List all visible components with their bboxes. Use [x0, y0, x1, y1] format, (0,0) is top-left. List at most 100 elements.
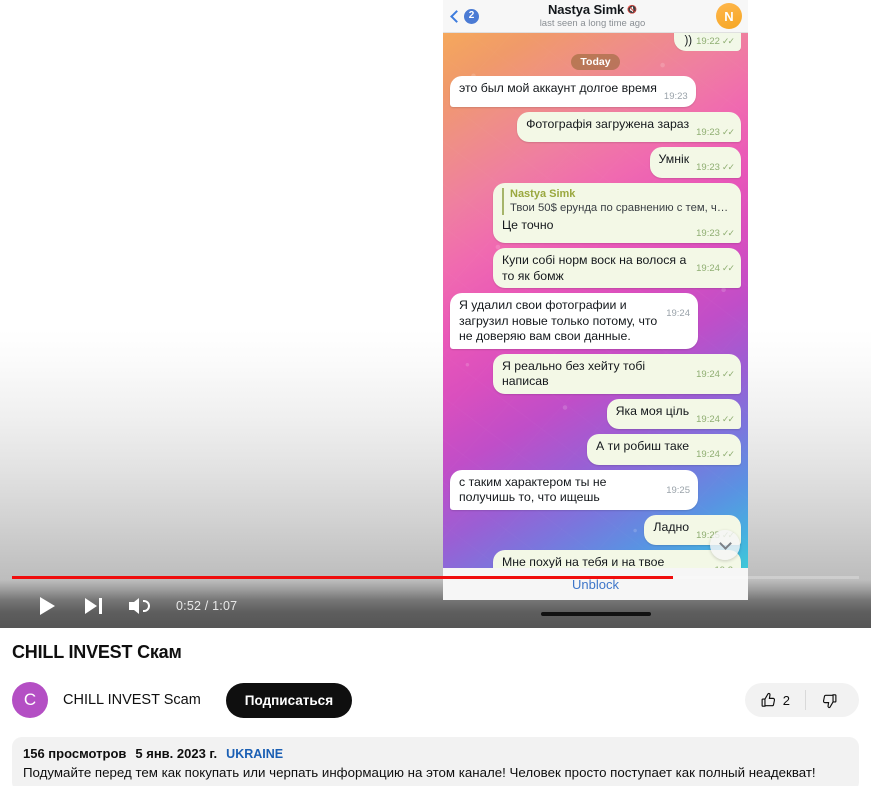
time-display: 0:52 / 1:07 — [176, 599, 238, 613]
message-meta: 19:24 ✓✓ — [696, 412, 735, 428]
message-time: 19:23 — [696, 227, 720, 239]
message-meta: 19:24 ✓✓ — [696, 447, 735, 463]
message-bubble[interactable]: 19:23 ✓✓ Фотографія загружена зараз — [517, 111, 741, 142]
like-button[interactable]: 2 — [745, 683, 805, 717]
message-bubble[interactable]: 19:2 Мне похуй на тебя и на твое обучение… — [493, 550, 741, 568]
play-icon — [39, 597, 55, 615]
dislike-button[interactable] — [806, 683, 859, 717]
volume-button[interactable] — [116, 586, 162, 626]
read-receipt-icon: ✓✓ — [721, 36, 735, 46]
telegram-chat-header: 2 Nastya Simk 🔇 last seen a long time ag… — [443, 0, 748, 33]
message-text: А ти робиш таке — [596, 439, 690, 453]
message-time: 19:23 — [696, 162, 720, 173]
message-bubble[interactable]: )) 19:22 ✓✓ — [674, 33, 741, 51]
contact-status: last seen a long time ago — [539, 17, 646, 29]
read-receipt-icon: ✓✓ — [721, 162, 735, 172]
message-bubble[interactable]: 19:24 ✓✓ Я реально без хейту тобі написав — [493, 353, 741, 394]
message-text: это был мой аккаунт долгое время — [459, 81, 657, 95]
message-bubble[interactable]: 19:23 это был мой аккаунт долгое время — [450, 76, 696, 107]
read-receipt-icon: ✓✓ — [721, 227, 735, 238]
video-info-section: CHILL INVEST Скам C CHILL INVEST Scam По… — [0, 628, 871, 723]
day-separator-label: Today — [571, 54, 620, 70]
message-meta: 19:25 — [666, 483, 690, 499]
subscribe-button[interactable]: Подписаться — [225, 682, 353, 718]
message-text: Це точно — [502, 217, 554, 232]
reply-author: Nastya Simk — [510, 187, 576, 200]
description-text: Подумайте перед тем как покупать или чер… — [23, 765, 816, 780]
thumbs-up-icon — [761, 692, 775, 707]
channel-row: C CHILL INVEST Scam Подписаться 2 — [12, 677, 859, 723]
message-time: 19:25 — [666, 484, 690, 496]
message-text: Купи собі норм воск на волося а то як бо… — [502, 253, 687, 283]
message-row: 19:25 с таким характером ты не получишь т… — [450, 469, 741, 510]
chevron-down-icon — [718, 536, 732, 550]
message-time: 19:24 — [696, 449, 720, 460]
message-text: )) — [684, 35, 693, 47]
read-receipt-icon: ✓✓ — [721, 413, 735, 424]
day-separator: Today — [450, 54, 741, 70]
message-text: с таким характером ты не получишь то, чт… — [459, 474, 607, 505]
like-dislike-group: 2 — [744, 683, 859, 717]
next-video-button[interactable] — [70, 586, 116, 626]
avatar[interactable]: C — [12, 682, 48, 718]
message-bubble[interactable]: Nastya Simk Твои 50$ ерунда по сравнению … — [493, 182, 741, 243]
contact-avatar[interactable]: N — [716, 3, 742, 29]
message-meta: 19:2 — [715, 563, 734, 568]
message-meta: 19:23 ✓✓ — [696, 125, 735, 141]
view-count: 156 просмотров — [23, 746, 127, 761]
video-player[interactable]: 2 Nastya Simk 🔇 last seen a long time ag… — [0, 0, 871, 628]
description-box[interactable]: 156 просмотров 5 янв. 2023 г. UKRAINE По… — [12, 737, 859, 786]
reply-text: Твои 50$ ерунда по сравнению с тем, что … — [510, 201, 733, 214]
video-progress-fill — [12, 576, 673, 579]
play-button[interactable] — [24, 586, 70, 626]
chat-message-area[interactable]: )) 19:22 ✓✓ Today 19:23 это был мой аккау… — [443, 33, 748, 568]
message-meta: 19:23 — [664, 89, 688, 105]
message-text: Яка моя ціль — [615, 403, 690, 418]
reply-quote[interactable]: Nastya Simk Твои 50$ ерунда по сравнению … — [502, 187, 733, 215]
message-row: 19:2 Мне похуй на тебя и на твое обучение… — [450, 550, 741, 568]
message-bubble[interactable]: 19:24 Я удалил свои фотографии и загрузил… — [450, 293, 698, 349]
message-time: 19:23 — [696, 126, 720, 138]
volume-icon — [128, 598, 150, 614]
message-time: 19:22 — [696, 36, 720, 47]
message-time: 19:24 — [696, 413, 720, 425]
message-row: 19:24 ✓✓ Купи собі норм воск на волося а т… — [450, 248, 741, 288]
chat-title-block[interactable]: Nastya Simk 🔇 last seen a long time ago — [469, 1, 716, 30]
chevron-left-icon — [450, 9, 463, 23]
like-count: 2 — [782, 692, 790, 708]
message-row: 19:23 ✓✓ Фотографія загружена зараз — [450, 111, 741, 142]
message-meta: 19:24 ✓✓ — [696, 367, 735, 383]
muted-speaker-icon: 🔇 — [627, 4, 638, 14]
message-bubble[interactable]: 19:25 с таким характером ты не получишь т… — [450, 469, 698, 510]
message-list[interactable]: )) 19:22 ✓✓ Today 19:23 это был мой аккау… — [443, 33, 748, 568]
message-time: 19:24 — [696, 368, 720, 380]
message-bubble[interactable]: 19:24 ✓✓ А ти робиш таке — [587, 434, 741, 465]
scroll-to-bottom-button[interactable] — [710, 530, 740, 560]
message-bubble[interactable]: 19:23 ✓✓ Умнік — [649, 147, 741, 178]
message-meta: 19:23 ✓✓ — [696, 160, 735, 176]
thumbs-down-icon — [822, 693, 837, 708]
next-track-icon — [84, 598, 102, 614]
channel-name[interactable]: CHILL INVEST Scam — [63, 692, 201, 708]
message-bubble[interactable]: 19:24 ✓✓ Яка моя ціль — [606, 398, 741, 429]
message-meta: 19:23 ✓✓ — [696, 226, 735, 242]
message-row: 19:24 ✓✓ Яка моя ціль — [450, 398, 741, 429]
message-row: 19:24 ✓✓ А ти робиш таке — [450, 434, 741, 465]
message-meta: 19:24 ✓✓ — [696, 261, 735, 277]
message-row: Nastya Simk Твои 50$ ерунда по сравнению … — [450, 182, 741, 243]
message-row: 19:24 Я удалил свои фотографии и загрузил… — [450, 293, 741, 349]
video-progress-bar[interactable] — [12, 576, 859, 579]
message-time: 19:24 — [666, 308, 690, 319]
message-meta: 19:24 — [666, 306, 690, 322]
message-row: 19:25✓✓Ладно — [450, 514, 741, 545]
messages-container: 19:23 это был мой аккаунт долгое время 19:… — [450, 76, 741, 568]
player-controls: 0:52 / 1:07 — [0, 584, 871, 628]
message-text: Я удалил свои фотографии и загрузил новы… — [459, 298, 658, 343]
hashtag-link[interactable]: UKRAINE — [226, 747, 283, 761]
contact-name-row: Nastya Simk 🔇 — [469, 1, 716, 17]
contact-name: Nastya Simk — [547, 1, 625, 17]
message-bubble[interactable]: 19:24 ✓✓ Купи собі норм воск на волося а т… — [493, 248, 741, 288]
page-title: CHILL INVEST Скам — [12, 642, 182, 662]
message-row: 19:24 ✓✓ Я реально без хейту тобі написав — [450, 353, 741, 394]
message-time: 19:23 — [663, 91, 688, 102]
